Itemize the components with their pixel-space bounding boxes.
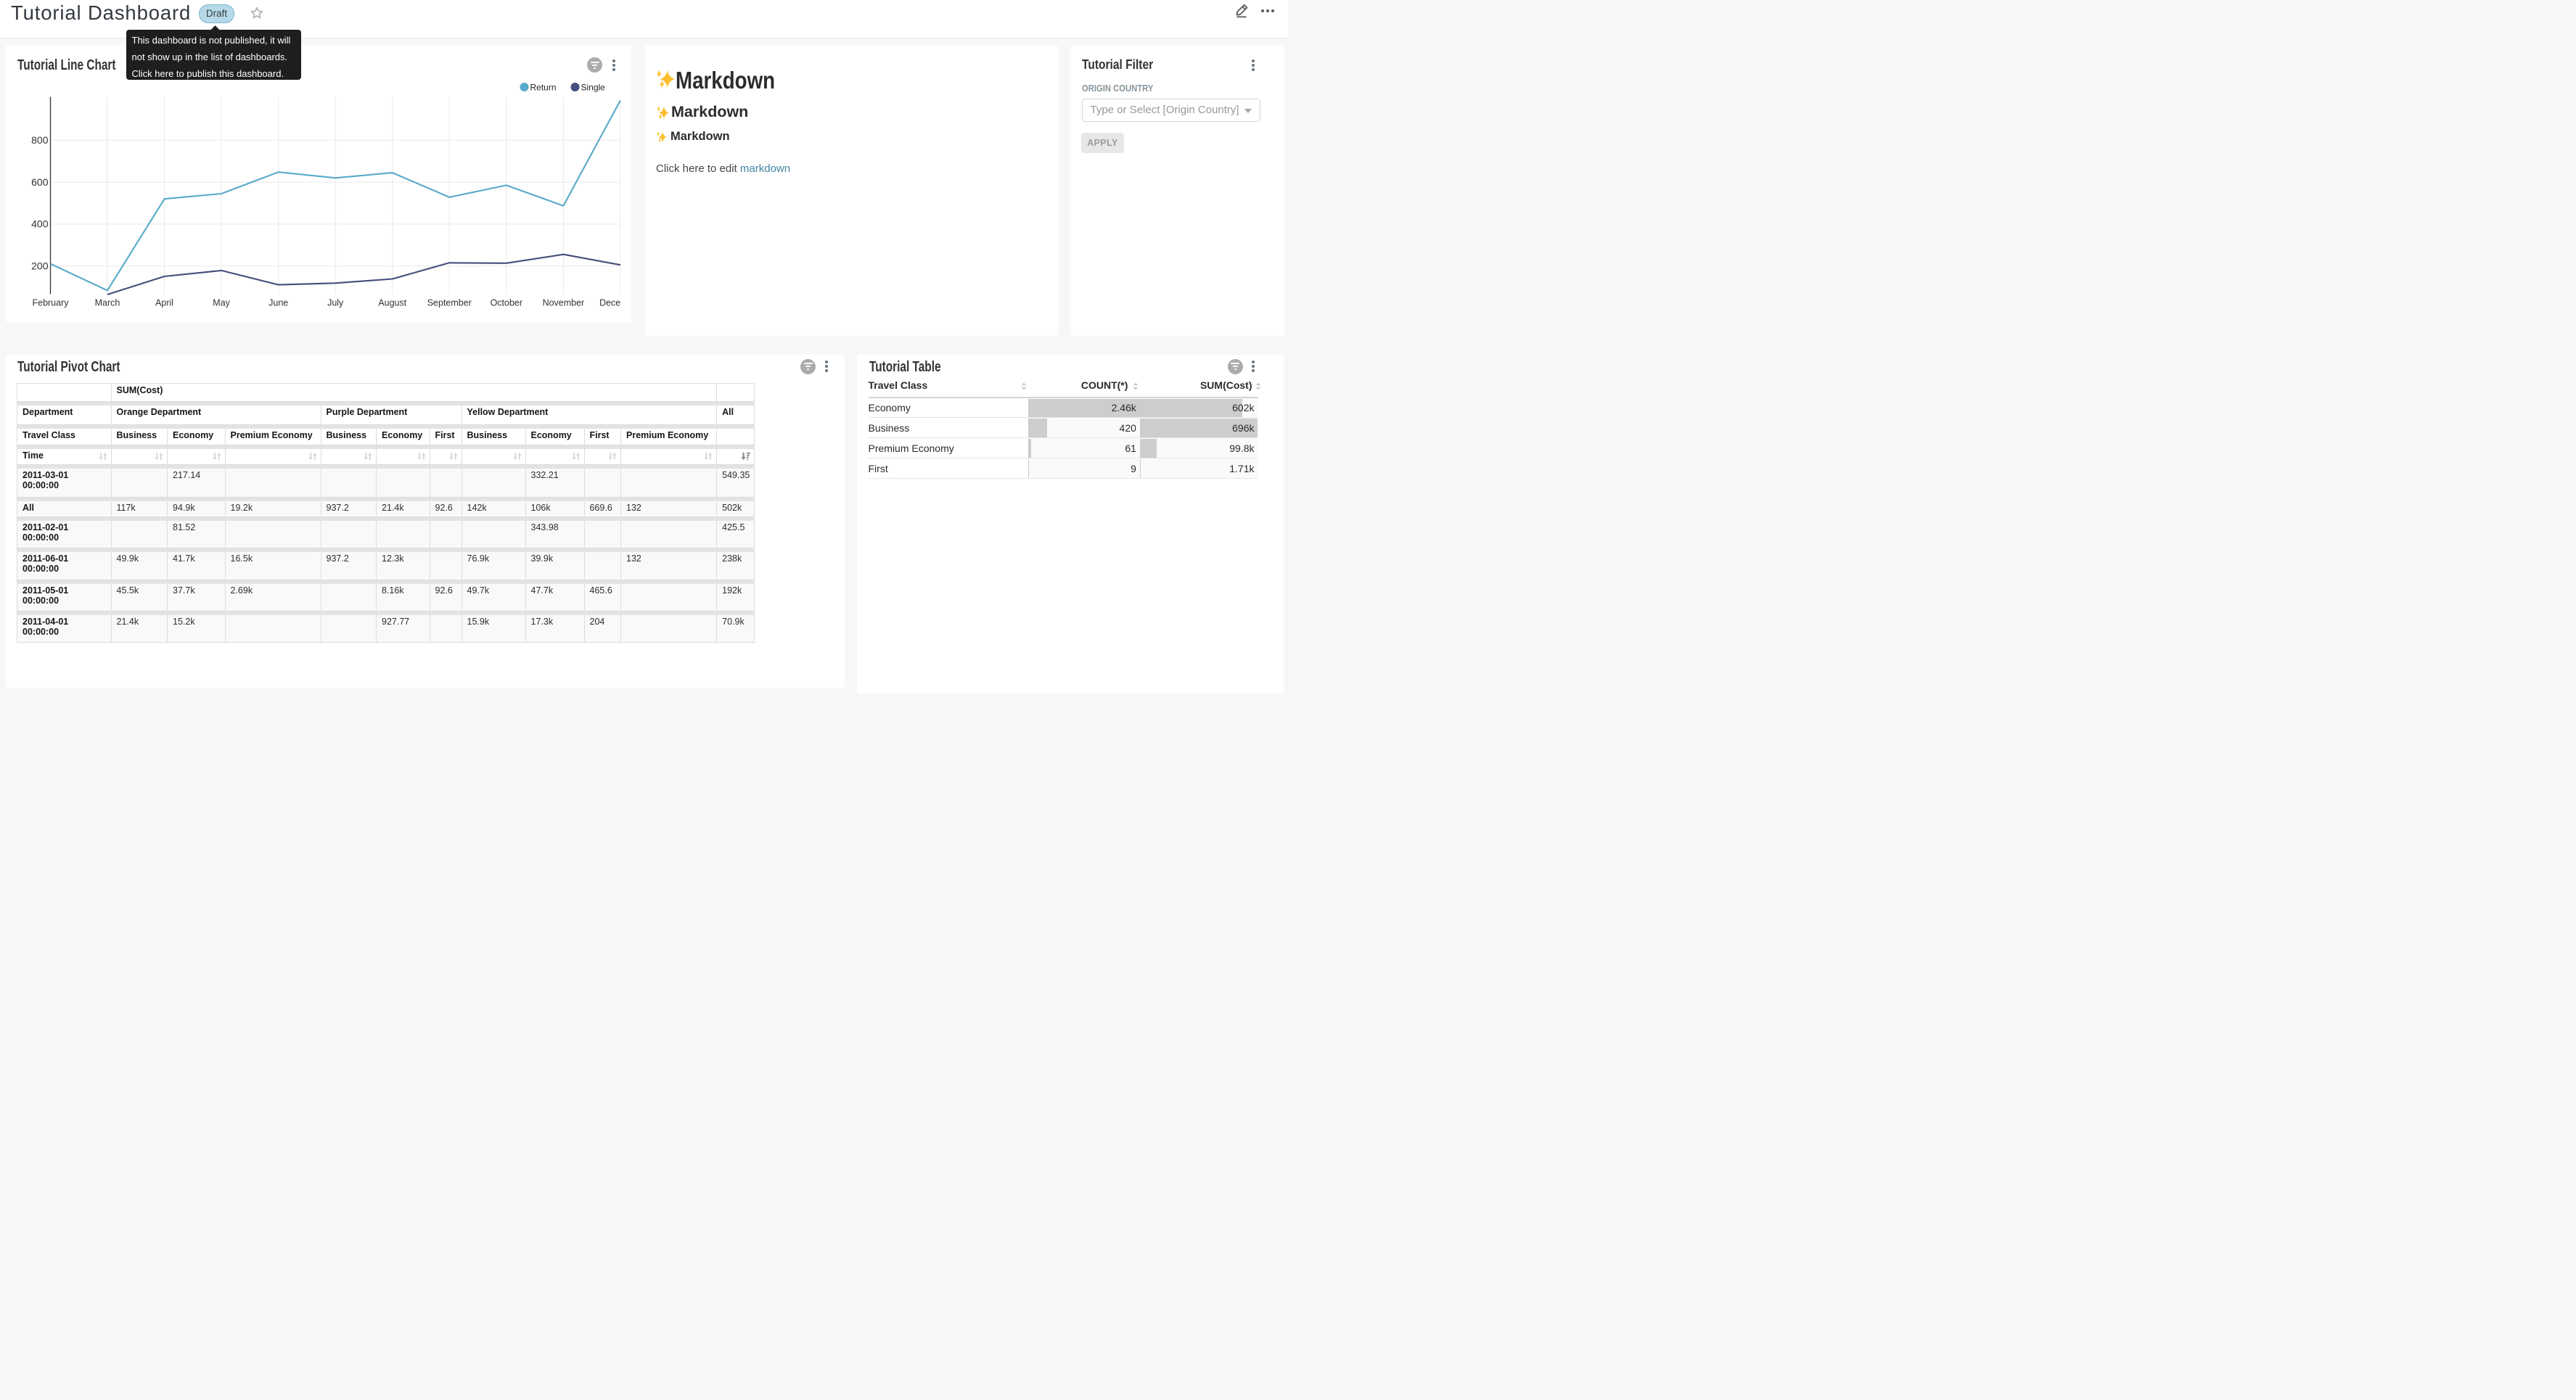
svg-text:November: November	[542, 298, 584, 308]
svg-text:February: February	[32, 298, 69, 308]
svg-text:May: May	[213, 298, 230, 308]
svg-text:October: October	[490, 298, 522, 308]
svg-text:September: September	[427, 298, 471, 308]
svg-text:December: December	[599, 298, 621, 308]
svg-text:400: 400	[31, 218, 49, 230]
svg-text:200: 200	[31, 260, 49, 271]
svg-text:600: 600	[31, 176, 49, 188]
svg-text:March: March	[94, 298, 120, 308]
svg-text:July: July	[327, 298, 344, 308]
svg-text:June: June	[268, 298, 288, 308]
svg-text:Return: Return	[530, 83, 556, 93]
svg-text:August: August	[378, 298, 406, 308]
svg-text:April: April	[155, 298, 173, 308]
svg-text:800: 800	[31, 134, 49, 146]
svg-text:Single: Single	[581, 83, 605, 93]
